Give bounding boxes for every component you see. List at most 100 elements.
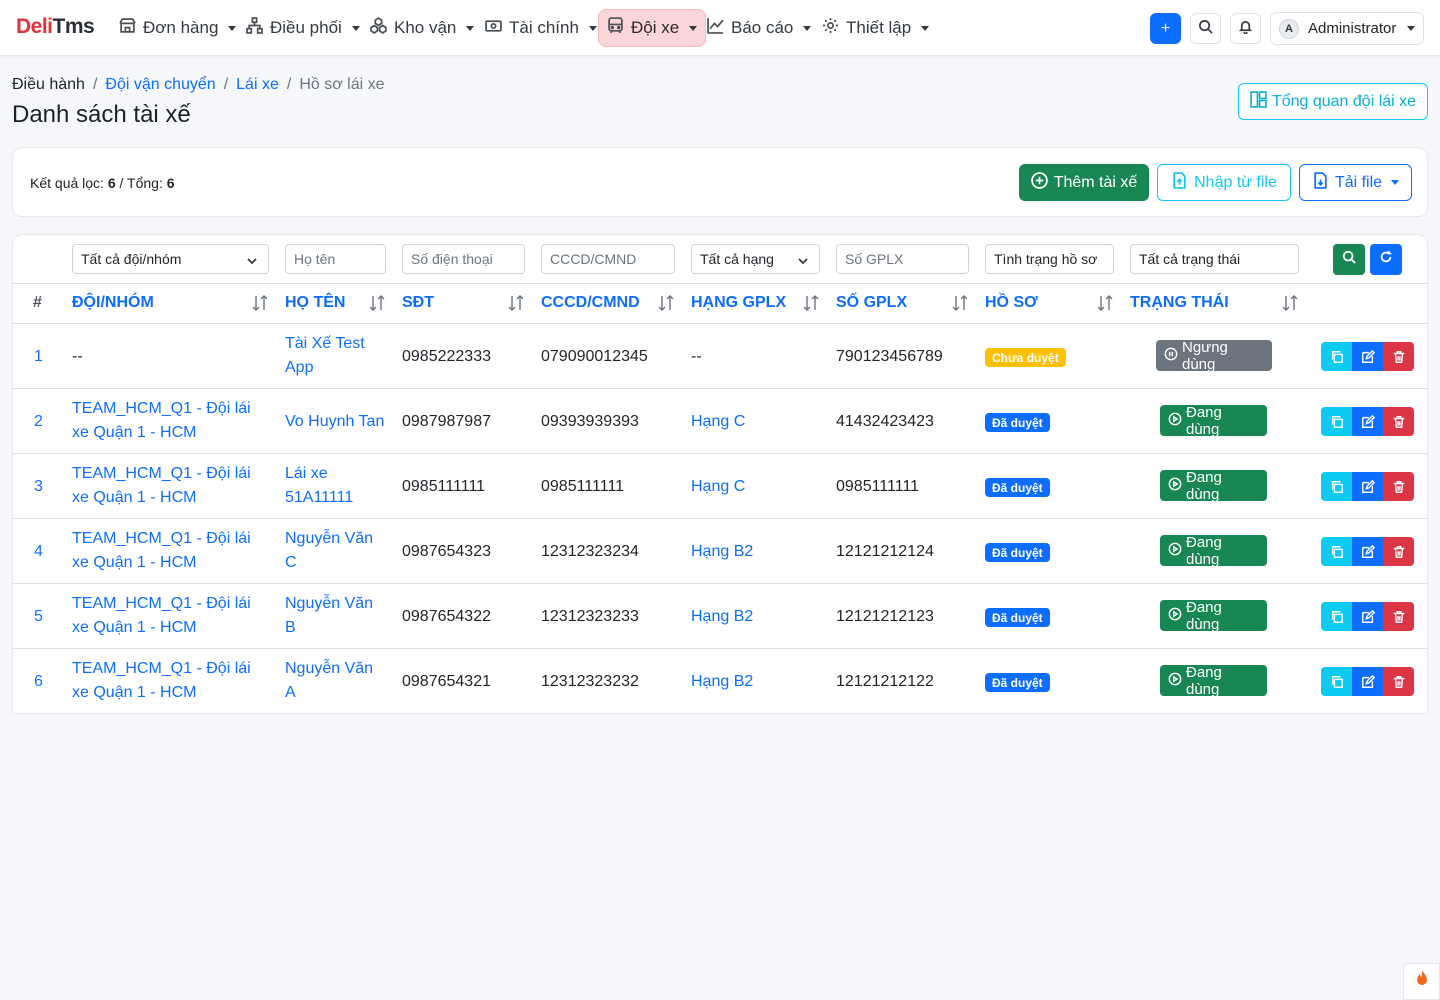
- download-file-button[interactable]: Tải file: [1299, 164, 1412, 201]
- column-header-status[interactable]: TRẠNG THÁI: [1130, 294, 1229, 312]
- add-driver-button[interactable]: Thêm tài xế: [1019, 164, 1149, 201]
- team-filter-select[interactable]: Tất cả đội/nhóm: [72, 244, 269, 274]
- copy-icon: [1331, 610, 1343, 623]
- apply-filter-button[interactable]: [1333, 244, 1365, 275]
- driver-name-link[interactable]: Nguyễn Văn A: [285, 657, 373, 705]
- fire-widget[interactable]: [1403, 963, 1440, 1000]
- license-class-link[interactable]: Hạng B2: [691, 670, 753, 694]
- profile-status-filter-select[interactable]: Tình trạng hồ sơ: [985, 244, 1114, 274]
- status-toggle-button[interactable]: Ngưng dùng: [1156, 339, 1272, 373]
- column-header-name[interactable]: HỌ TÊN: [285, 294, 345, 312]
- search-button[interactable]: [1190, 13, 1221, 44]
- sort-icon[interactable]: [657, 294, 675, 312]
- license-class-link[interactable]: Hạng B2: [691, 605, 753, 629]
- user-menu[interactable]: A Administrator: [1270, 12, 1424, 45]
- delete-button[interactable]: [1383, 667, 1414, 696]
- cccd-cell: 12312323233: [541, 608, 639, 625]
- copy-button[interactable]: [1321, 342, 1352, 371]
- team-line-2: xe Quận 1 - HCM: [72, 619, 197, 636]
- phone-cell: 0987654323: [402, 543, 491, 560]
- column-header-license-number[interactable]: SỐ GPLX: [836, 294, 907, 312]
- edit-button[interactable]: [1352, 342, 1383, 371]
- nav-item-warehouse[interactable]: Kho vận: [361, 9, 483, 47]
- column-header-license-class[interactable]: HẠNG GPLX: [691, 294, 786, 312]
- edit-button[interactable]: [1352, 667, 1383, 696]
- delete-button[interactable]: [1383, 537, 1414, 566]
- column-header-profile[interactable]: HỒ SƠ: [985, 294, 1038, 312]
- sort-icon[interactable]: [951, 294, 969, 312]
- store-icon: [119, 17, 136, 39]
- team-link[interactable]: TEAM_HCM_Q1 - Đội lái xe Quận 1 - HCM: [72, 527, 251, 575]
- driver-name-link[interactable]: Lái xe 51A11111: [285, 462, 353, 510]
- sort-icon[interactable]: [507, 294, 525, 312]
- sort-icon[interactable]: [368, 294, 386, 312]
- status-toggle-button[interactable]: Đang dùng: [1160, 403, 1267, 438]
- delete-button[interactable]: [1383, 407, 1414, 436]
- team-link[interactable]: TEAM_HCM_Q1 - Đội lái xe Quận 1 - HCM: [72, 397, 251, 445]
- import-file-button[interactable]: Nhập từ file: [1157, 164, 1291, 201]
- edit-button[interactable]: [1352, 407, 1383, 436]
- license-class-filter-select[interactable]: Tất cả hạng: [691, 244, 820, 274]
- delete-button[interactable]: [1383, 472, 1414, 501]
- status-toggle-button[interactable]: Đang dùng: [1160, 599, 1267, 633]
- column-header-team[interactable]: ĐỘI/NHÓM: [72, 294, 154, 312]
- breadcrumb-link[interactable]: Đội vận chuyển: [105, 76, 215, 94]
- table-row: 6 TEAM_HCM_Q1 - Đội lái xe Quận 1 - HCM N…: [13, 649, 1427, 713]
- quick-add-button[interactable]: +: [1150, 13, 1181, 44]
- play-circle-icon: [1168, 607, 1182, 625]
- status-label: Đang dùng: [1186, 663, 1222, 698]
- sort-icon[interactable]: [802, 294, 820, 312]
- name-line-1: Tài Xế Test: [285, 335, 365, 352]
- phone-filter-input[interactable]: Số điện thoại: [402, 244, 525, 274]
- delete-button[interactable]: [1383, 342, 1414, 371]
- nav-item-orders[interactable]: Đơn hàng: [110, 9, 245, 47]
- cccd-filter-input[interactable]: CCCD/CMND: [541, 244, 675, 274]
- status-toggle-button[interactable]: Đang dùng: [1160, 534, 1267, 568]
- file-upload-icon: [1171, 171, 1188, 194]
- status-toggle-button[interactable]: Đang dùng: [1160, 663, 1267, 698]
- status-label: Đang dùng: [1186, 403, 1222, 438]
- edit-button[interactable]: [1352, 472, 1383, 501]
- copy-button[interactable]: [1321, 602, 1352, 631]
- fleet-overview-button[interactable]: Tổng quan đội lái xe: [1238, 83, 1428, 120]
- column-header-cccd[interactable]: CCCD/CMND: [541, 294, 640, 312]
- nav-item-dispatch[interactable]: Điều phối: [237, 9, 369, 47]
- column-header-phone[interactable]: SĐT: [402, 294, 434, 312]
- copy-button[interactable]: [1321, 472, 1352, 501]
- nav-item-settings[interactable]: Thiết lập: [813, 9, 938, 47]
- status-filter-select[interactable]: Tất cả trạng thái: [1130, 244, 1299, 274]
- license-class-link[interactable]: Hạng B2: [691, 540, 753, 564]
- gear-icon: [822, 17, 839, 39]
- nav-item-reports[interactable]: Báo cáo: [698, 9, 820, 47]
- driver-name-link[interactable]: Vo Huynh Tan: [285, 410, 384, 434]
- license-number-filter-input[interactable]: Số GPLX: [836, 244, 969, 274]
- copy-button[interactable]: [1321, 407, 1352, 436]
- team-link[interactable]: TEAM_HCM_Q1 - Đội lái xe Quận 1 - HCM: [72, 462, 251, 510]
- brand-logo[interactable]: DeliTms: [16, 15, 95, 39]
- sort-icon[interactable]: [251, 294, 269, 312]
- copy-button[interactable]: [1321, 537, 1352, 566]
- breadcrumb-link[interactable]: Lái xe: [236, 76, 279, 94]
- team-link[interactable]: TEAM_HCM_Q1 - Đội lái xe Quận 1 - HCM: [72, 592, 251, 640]
- license-class-link[interactable]: Hạng C: [691, 410, 745, 434]
- sort-icon[interactable]: [1096, 294, 1114, 312]
- nav-item-fleet[interactable]: Đội xe: [598, 9, 707, 47]
- sort-icon[interactable]: [1281, 294, 1299, 312]
- edit-button[interactable]: [1352, 537, 1383, 566]
- notifications-button[interactable]: [1230, 13, 1261, 44]
- nav-item-label: Tài chính: [509, 18, 579, 37]
- edit-button[interactable]: [1352, 602, 1383, 631]
- delete-button[interactable]: [1383, 602, 1414, 631]
- driver-name-link[interactable]: Tài Xế Test App: [285, 332, 365, 380]
- reset-filter-button[interactable]: [1370, 244, 1402, 275]
- breadcrumb: Điều hành / Đội vận chuyển / Lái xe / Hồ…: [12, 76, 385, 94]
- status-toggle-button[interactable]: Đang dùng: [1160, 469, 1267, 503]
- license-class-link[interactable]: Hạng C: [691, 475, 745, 499]
- name-filter-input[interactable]: Họ tên: [285, 244, 386, 274]
- nav-item-finance[interactable]: Tài chính: [476, 9, 606, 47]
- team-link[interactable]: TEAM_HCM_Q1 - Đội lái xe Quận 1 - HCM: [72, 657, 251, 705]
- edit-icon: [1361, 479, 1375, 493]
- driver-name-link[interactable]: Nguyễn Văn B: [285, 592, 373, 640]
- driver-name-link[interactable]: Nguyễn Văn C: [285, 527, 373, 575]
- copy-button[interactable]: [1321, 667, 1352, 696]
